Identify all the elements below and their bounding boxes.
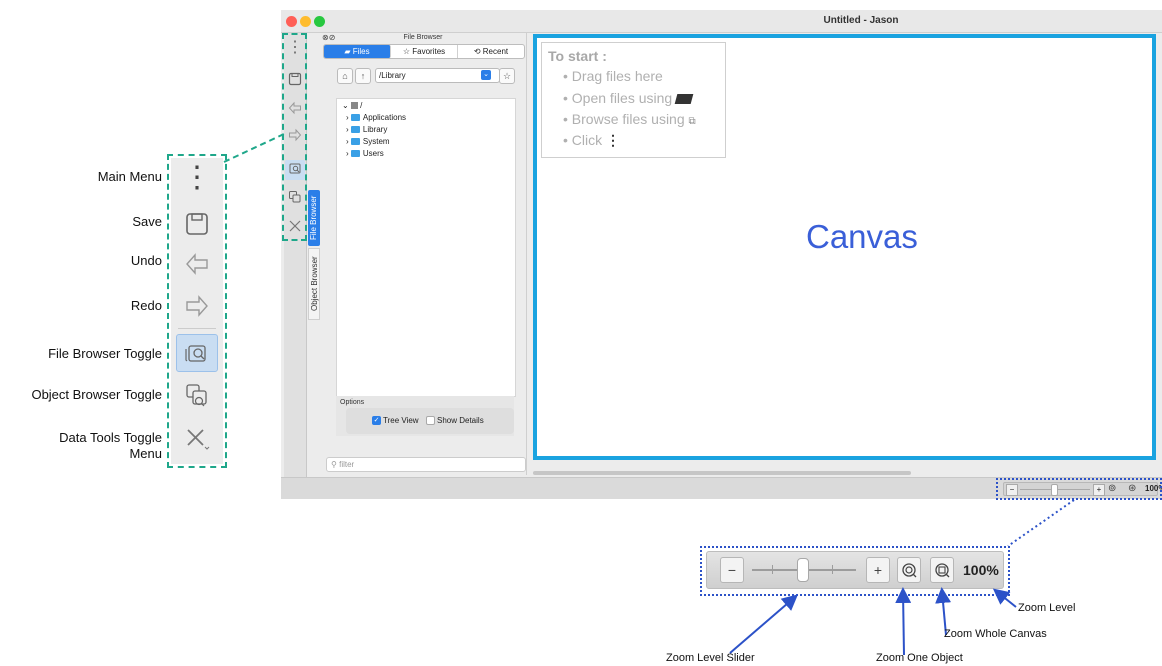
slider-tick <box>832 565 833 574</box>
zoom-slider-thumb[interactable] <box>797 558 809 582</box>
file-browser-title: File Browser <box>403 34 443 41</box>
chevron-down-icon[interactable]: ⌄ <box>481 70 491 80</box>
tab-file-browser[interactable]: File Browser <box>308 190 320 246</box>
tree-item-applications[interactable]: › Applications <box>346 112 406 123</box>
folder-icon <box>350 126 360 134</box>
annotation-zoom-whole-canvas: Zoom Whole Canvas <box>944 628 1047 640</box>
zoom-level-value: 100% <box>963 562 999 578</box>
callout-connector-blue <box>1007 499 1075 547</box>
tab-object-browser-label: Object Browser <box>310 256 319 312</box>
callout-data-tools-line1: Data Tools Toggle <box>59 430 162 445</box>
annotation-zoom-level: Zoom Level <box>1018 602 1076 614</box>
file-browser-tabs: ▰ Files ☆ Favorites ⟲ Recent <box>323 44 525 59</box>
window-title: Untitled - Jason <box>823 15 899 26</box>
annotation-zoom-level-slider: Zoom Level Slider <box>666 652 755 664</box>
start-title: To start : <box>548 48 607 64</box>
zoom-one-object-icon <box>902 563 917 578</box>
file-browser-toggle-button[interactable] <box>176 334 218 372</box>
hint-drag-files: • Drag files here <box>563 68 663 84</box>
browse-icon: ⧉ <box>688 116 696 127</box>
zoom-whole-canvas-icon <box>935 563 950 578</box>
zoom-out-button[interactable]: − <box>720 557 744 583</box>
folder-icon <box>350 138 360 146</box>
slider-tick <box>772 565 773 574</box>
undo-icon[interactable] <box>176 245 218 283</box>
callout-redo: Redo <box>130 298 162 313</box>
zoom-one-object-button[interactable] <box>897 557 921 583</box>
tree-item-library[interactable]: › Library <box>346 124 387 135</box>
data-tools-toggle-icon[interactable] <box>176 420 218 458</box>
tree-item-system[interactable]: › System <box>346 136 390 147</box>
save-icon[interactable] <box>176 205 218 243</box>
show-details-checkbox[interactable]: Show Details <box>426 416 484 426</box>
callout-undo: Undo <box>130 253 162 268</box>
zoom-highlight-box <box>996 478 1162 500</box>
hint-open-files: • Open files using <box>563 90 694 106</box>
annotation-zoom-one-object: Zoom One Object <box>876 652 963 664</box>
open-folder-icon <box>674 94 694 105</box>
up-arrow-icon[interactable]: ↑ <box>355 68 371 84</box>
horizontal-scrollbar[interactable] <box>533 471 911 475</box>
options-row: ✓ Tree View Show Details <box>346 408 514 434</box>
callout-save: Save <box>132 214 162 229</box>
callout-file-browser-toggle: File Browser Toggle <box>48 346 162 361</box>
folder-icon <box>350 150 360 158</box>
tree-root[interactable]: ⌄ / <box>342 100 362 111</box>
options-label: Options <box>340 399 365 406</box>
zoom-in-button[interactable]: + <box>866 557 890 583</box>
redo-icon[interactable] <box>176 287 218 325</box>
tab-object-browser[interactable]: Object Browser <box>308 248 320 320</box>
canvas-label: Canvas <box>806 218 918 255</box>
zoom-whole-canvas-button[interactable] <box>930 557 954 583</box>
tab-file-browser-label: File Browser <box>309 195 318 241</box>
hint-click: • Click ⋮ <box>563 132 621 148</box>
tab-favorites[interactable]: ☆ Favorites <box>391 45 458 58</box>
tree-view-checkbox[interactable]: ✓ Tree View <box>372 416 419 426</box>
callout-connector-green <box>223 133 285 163</box>
object-browser-toggle-icon[interactable] <box>176 377 218 415</box>
hint-browse-files: • Browse files using ⧉ <box>563 111 696 127</box>
filter-input[interactable]: ⚲ filter <box>326 457 526 472</box>
main-menu-icon[interactable]: ⋮ <box>176 160 218 198</box>
callout-main-menu: Main Menu <box>97 169 162 184</box>
toolbar-divider <box>178 328 216 329</box>
tab-files[interactable]: ▰ Files <box>324 45 391 58</box>
callout-data-tools-line2: Menu <box>129 446 162 461</box>
folder-icon <box>350 114 360 122</box>
tab-recent[interactable]: ⟲ Recent <box>458 45 524 58</box>
home-icon[interactable]: ⌂ <box>337 68 353 84</box>
tree-item-users[interactable]: › Users <box>346 148 384 159</box>
zoom-annotation-arrows <box>729 587 1017 656</box>
main-menu-icon: ⋮ <box>606 132 621 148</box>
callout-object-browser-toggle: Object Browser Toggle <box>31 387 162 402</box>
favorite-star-icon[interactable]: ☆ <box>499 68 515 84</box>
disk-icon <box>350 102 358 110</box>
